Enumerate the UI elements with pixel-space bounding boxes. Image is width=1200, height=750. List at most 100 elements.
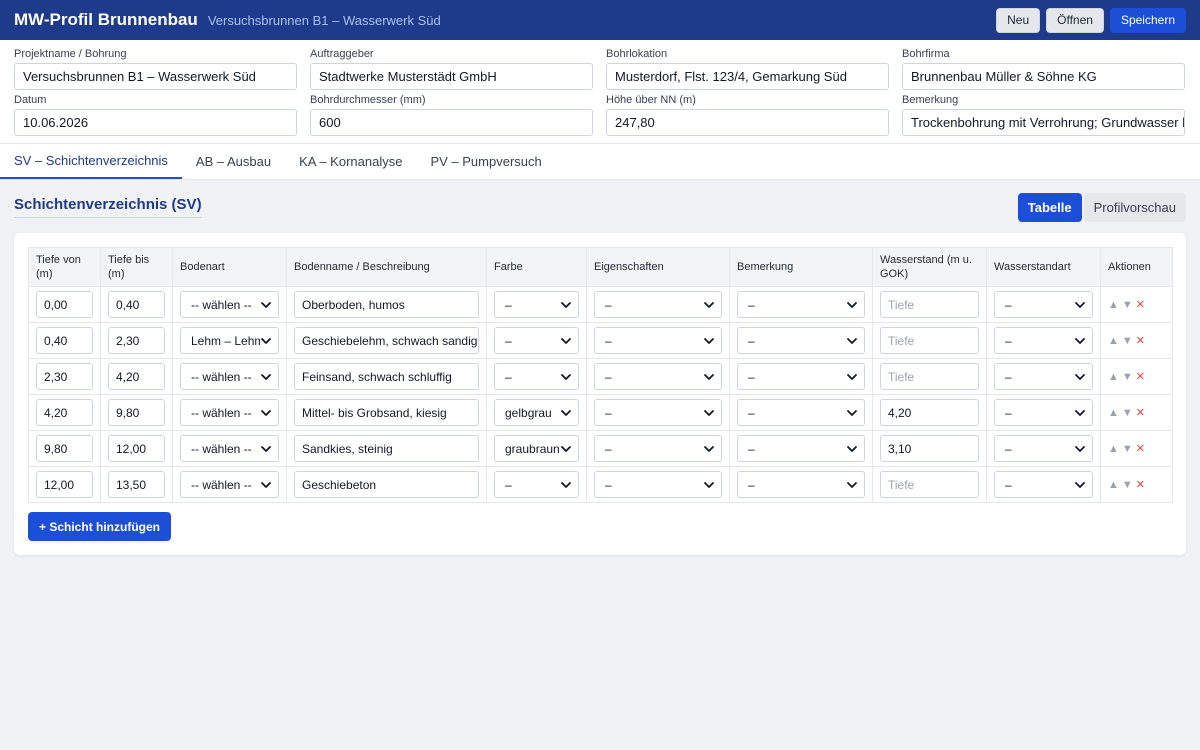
- depth-from-input[interactable]: 4,20: [36, 399, 93, 426]
- soil-name-input[interactable]: Mittel- bis Grobsand, kiesig: [294, 399, 479, 426]
- soil-type-select-value: -- wählen --: [191, 297, 252, 312]
- move-down-icon[interactable]: ▼: [1122, 407, 1133, 419]
- depth-to-input[interactable]: 13,50: [108, 471, 165, 498]
- durchmesser-input[interactable]: 600: [310, 109, 593, 136]
- tab-ausbau[interactable]: AB – Ausbau: [182, 144, 285, 179]
- properties-select[interactable]: –: [594, 399, 722, 426]
- move-down-icon[interactable]: ▼: [1122, 479, 1133, 491]
- depth-from-input[interactable]: 12,00: [36, 471, 93, 498]
- remark-select[interactable]: –: [737, 435, 865, 462]
- delete-icon[interactable]: ✕: [1136, 406, 1145, 419]
- soil-type-select[interactable]: Lehm – Lehm: [180, 327, 279, 354]
- remark-select[interactable]: –: [737, 363, 865, 390]
- table-cell: –: [729, 430, 873, 467]
- bohrfirma-input[interactable]: Brunnenbau Müller & Söhne KG: [902, 63, 1185, 90]
- water-level-type-select-value: –: [1005, 369, 1012, 384]
- water-level-type-select[interactable]: –: [994, 399, 1093, 426]
- depth-from-input[interactable]: 9,80: [36, 435, 93, 462]
- properties-select[interactable]: –: [594, 327, 722, 354]
- soil-name-input[interactable]: Oberboden, humos: [294, 291, 479, 318]
- move-down-icon[interactable]: ▼: [1122, 299, 1133, 311]
- color-select[interactable]: graubraun: [494, 435, 579, 462]
- water-level-input[interactable]: 4,20: [880, 399, 979, 426]
- bemerkung-input[interactable]: Trockenbohrung mit Verrohrung; Grundwass…: [902, 109, 1185, 136]
- water-level-input[interactable]: Tiefe: [880, 327, 979, 354]
- hoehe-input[interactable]: 247,80: [606, 109, 889, 136]
- move-up-icon[interactable]: ▲: [1108, 371, 1119, 383]
- color-select[interactable]: –: [494, 291, 579, 318]
- move-down-icon[interactable]: ▼: [1122, 335, 1133, 347]
- remark-select[interactable]: –: [737, 471, 865, 498]
- projektname-input[interactable]: Versuchsbrunnen B1 – Wasserwerk Süd: [14, 63, 297, 90]
- bohrlokation-input[interactable]: Musterdorf, Flst. 123/4, Gemarkung Süd: [606, 63, 889, 90]
- move-up-icon[interactable]: ▲: [1108, 443, 1119, 455]
- depth-to-input[interactable]: 4,20: [108, 363, 165, 390]
- depth-to-input[interactable]: 2,30: [108, 327, 165, 354]
- color-select[interactable]: –: [494, 471, 579, 498]
- remark-select[interactable]: –: [737, 291, 865, 318]
- properties-select[interactable]: –: [594, 291, 722, 318]
- remark-select[interactable]: –: [737, 327, 865, 354]
- chevron-down-icon: [1074, 299, 1086, 311]
- properties-select[interactable]: –: [594, 363, 722, 390]
- profile-preview-button[interactable]: Profilvorschau: [1083, 192, 1186, 222]
- tab-kornanalyse[interactable]: KA – Kornanalyse: [285, 144, 416, 179]
- delete-icon[interactable]: ✕: [1136, 442, 1145, 455]
- depth-to-input[interactable]: 12,00: [108, 435, 165, 462]
- soil-type-select[interactable]: -- wählen --: [180, 435, 279, 462]
- delete-icon[interactable]: ✕: [1136, 298, 1145, 311]
- remark-select[interactable]: –: [737, 399, 865, 426]
- move-up-icon[interactable]: ▲: [1108, 335, 1119, 347]
- table-cell: Geschiebeton: [286, 466, 487, 503]
- auftraggeber-input[interactable]: Stadtwerke Musterstädt GmbH: [310, 63, 593, 90]
- soil-name-input[interactable]: Geschiebeton: [294, 471, 479, 498]
- chevron-down-icon: [260, 479, 272, 491]
- table-cell: –: [986, 358, 1101, 395]
- water-level-input[interactable]: Tiefe: [880, 363, 979, 390]
- move-up-icon[interactable]: ▲: [1108, 299, 1119, 311]
- move-down-icon[interactable]: ▼: [1122, 443, 1133, 455]
- tab-schichtenverzeichnis[interactable]: SV – Schichtenverzeichnis: [0, 144, 182, 179]
- move-up-icon[interactable]: ▲: [1108, 479, 1119, 491]
- table-view-button[interactable]: Tabelle: [1017, 192, 1082, 222]
- color-select[interactable]: gelbgrau: [494, 399, 579, 426]
- depth-from-input[interactable]: 0,00: [36, 291, 93, 318]
- add-layer-button[interactable]: + Schicht hinzufügen: [28, 512, 172, 541]
- open-button[interactable]: Öffnen: [1046, 7, 1104, 33]
- soil-type-select[interactable]: -- wählen --: [180, 291, 279, 318]
- column-header: Bodenname / Beschreibung: [286, 247, 487, 287]
- properties-select[interactable]: –: [594, 435, 722, 462]
- chevron-down-icon: [260, 299, 272, 311]
- soil-type-select[interactable]: -- wählen --: [180, 363, 279, 390]
- soil-name-input[interactable]: Feinsand, schwach schluffig: [294, 363, 479, 390]
- color-select[interactable]: –: [494, 327, 579, 354]
- depth-to-input[interactable]: 9,80: [108, 399, 165, 426]
- water-level-input[interactable]: 3,10: [880, 435, 979, 462]
- move-down-icon[interactable]: ▼: [1122, 371, 1133, 383]
- table-cell: –: [986, 466, 1101, 503]
- properties-select[interactable]: –: [594, 471, 722, 498]
- color-select[interactable]: –: [494, 363, 579, 390]
- move-up-icon[interactable]: ▲: [1108, 407, 1119, 419]
- water-level-type-select[interactable]: –: [994, 291, 1093, 318]
- water-level-input[interactable]: Tiefe: [880, 291, 979, 318]
- soil-type-select[interactable]: -- wählen --: [180, 471, 279, 498]
- water-level-input[interactable]: Tiefe: [880, 471, 979, 498]
- soil-type-select[interactable]: -- wählen --: [180, 399, 279, 426]
- new-button[interactable]: Neu: [996, 7, 1041, 33]
- soil-name-input[interactable]: Sandkies, steinig: [294, 435, 479, 462]
- delete-icon[interactable]: ✕: [1136, 478, 1145, 491]
- save-button[interactable]: Speichern: [1109, 7, 1186, 33]
- water-level-type-select[interactable]: –: [994, 435, 1093, 462]
- delete-icon[interactable]: ✕: [1136, 334, 1145, 347]
- soil-name-input[interactable]: Geschiebelehm, schwach sandig: [294, 327, 479, 354]
- water-level-type-select[interactable]: –: [994, 471, 1093, 498]
- datum-input[interactable]: 10.06.2026: [14, 109, 297, 136]
- delete-icon[interactable]: ✕: [1136, 370, 1145, 383]
- depth-from-input[interactable]: 2,30: [36, 363, 93, 390]
- tab-pumpversuch[interactable]: PV – Pumpversuch: [416, 144, 555, 179]
- depth-from-input[interactable]: 0,40: [36, 327, 93, 354]
- water-level-type-select[interactable]: –: [994, 327, 1093, 354]
- water-level-type-select[interactable]: –: [994, 363, 1093, 390]
- depth-to-input[interactable]: 0,40: [108, 291, 165, 318]
